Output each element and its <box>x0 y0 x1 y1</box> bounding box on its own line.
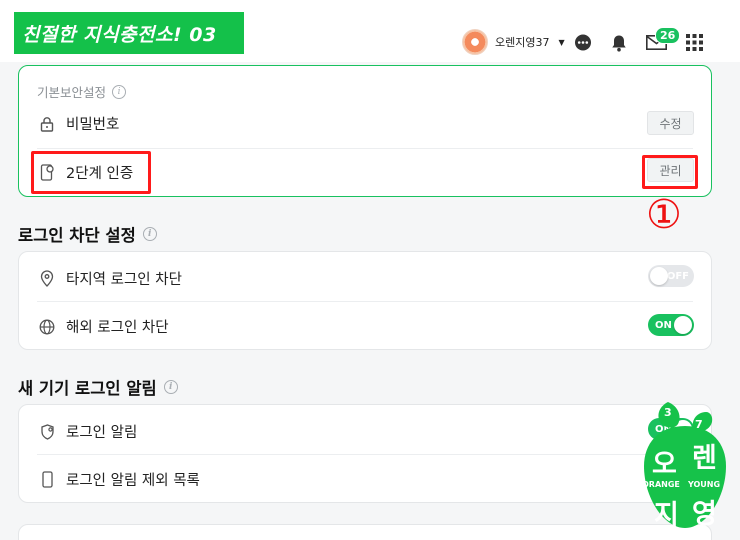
overseas-block-label: 해외 로그인 차단 <box>66 320 169 336</box>
overseas-block-row: 해외 로그인 차단 <box>39 316 695 337</box>
new-device-card: 로그인 알림 ON 로그인 알림 제외 목록 <box>18 404 712 503</box>
chat-icon[interactable] <box>574 34 592 56</box>
watermark-text-left: ORANGE <box>642 480 680 489</box>
password-edit-button[interactable]: 수정 <box>647 111 694 135</box>
location-pin-icon <box>39 270 55 287</box>
watermark-number-right: 7 <box>695 418 703 431</box>
watermark-syllable-4: 영 <box>692 499 717 530</box>
user-menu[interactable]: 오렌지영37 ▼ <box>462 29 565 55</box>
highlight-manage-box <box>642 155 698 189</box>
alert-exclusion-label: 로그인 알림 제외 목록 <box>66 473 200 489</box>
apps-grid-icon[interactable] <box>686 34 703 55</box>
toggle-state: ON <box>655 319 672 331</box>
divider <box>37 454 693 455</box>
top-bar: 친절한 지식충전소! 03 오렌지영37 ▼ 26 <box>0 0 740 62</box>
new-device-header: 새 기기 로그인 알림 i <box>18 375 178 399</box>
login-block-header: 로그인 차단 설정 i <box>18 222 157 246</box>
mail-count-badge: 26 <box>655 27 681 44</box>
toggle-state: OFF <box>666 270 689 282</box>
password-row: 비밀번호 <box>39 113 695 134</box>
bell-icon[interactable] <box>610 34 628 56</box>
section-title: 기본보안설정 <box>37 85 107 100</box>
login-alert-label: 로그인 알림 <box>66 425 138 441</box>
divider <box>37 148 693 149</box>
watermark-text-right: YOUNG <box>688 480 721 489</box>
step-marker: ① <box>646 192 682 238</box>
watermark-syllable-3: 지 <box>654 500 679 531</box>
avatar <box>462 29 488 55</box>
next-section-card <box>18 524 712 540</box>
toggle-knob <box>650 267 668 285</box>
highlight-two-factor-box <box>31 151 151 194</box>
brand-title: 친절한 지식충전소! 03 <box>14 12 244 54</box>
login-block-card: 타지역 로그인 차단 OFF 해외 로그인 차단 ON <box>18 251 712 350</box>
chevron-down-icon: ▼ <box>558 37 565 47</box>
region-block-row: 타지역 로그인 차단 <box>39 268 695 289</box>
phone-icon <box>39 471 55 488</box>
divider <box>37 301 693 302</box>
username: 오렌지영37 <box>495 36 550 49</box>
orange-young-watermark: 3 7 오 렌 ORANGE YOUNG 지 영 <box>638 400 732 532</box>
password-label: 비밀번호 <box>66 117 120 133</box>
section-title: 새 기기 로그인 알림 <box>18 379 157 398</box>
watermark-syllable-2: 렌 <box>692 443 717 474</box>
section-title: 로그인 차단 설정 <box>18 226 136 245</box>
basic-security-header: 기본보안설정 i <box>37 82 127 101</box>
globe-icon <box>39 319 55 335</box>
region-block-toggle[interactable]: OFF <box>648 265 694 287</box>
shield-check-icon <box>39 423 55 440</box>
lock-icon <box>39 116 55 132</box>
info-icon[interactable]: i <box>112 84 127 99</box>
watermark-syllable-1: 오 <box>652 449 677 480</box>
info-icon[interactable]: i <box>142 227 157 241</box>
alert-exclusion-row[interactable]: 로그인 알림 제외 목록 <box>39 469 695 490</box>
toggle-knob <box>674 316 692 334</box>
region-block-label: 타지역 로그인 차단 <box>66 272 182 288</box>
watermark-number-left: 3 <box>664 406 672 419</box>
overseas-block-toggle[interactable]: ON <box>648 314 694 336</box>
info-icon[interactable]: i <box>163 380 178 394</box>
login-alert-row: 로그인 알림 <box>39 421 695 442</box>
